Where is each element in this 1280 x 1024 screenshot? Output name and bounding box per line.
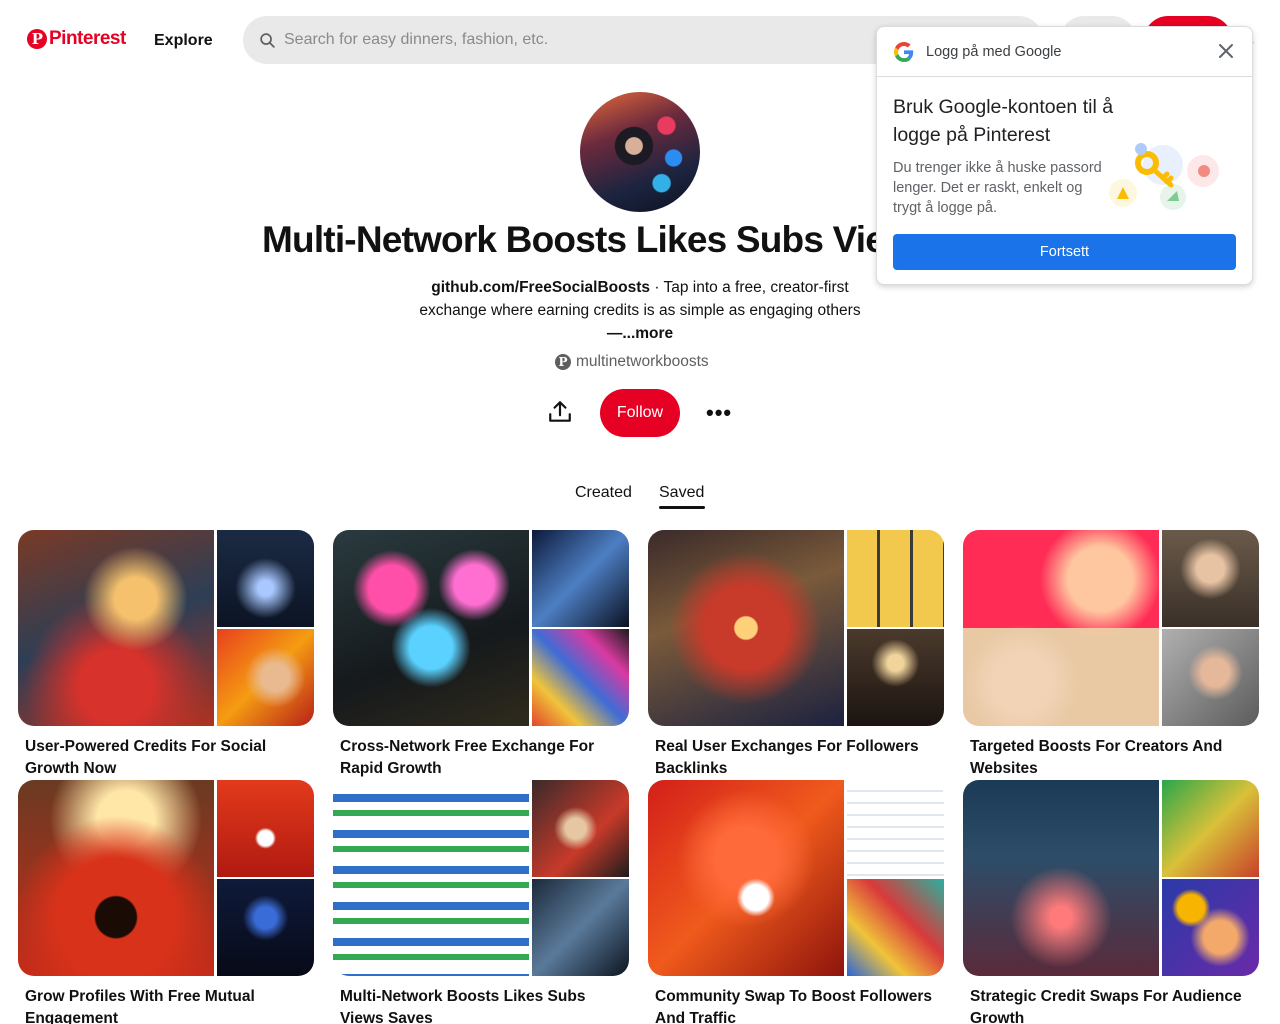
follow-button[interactable]: Follow [600, 389, 680, 437]
bio-more-link[interactable]: —...more [607, 325, 673, 342]
board-title: Cross-Network Free Exchange For Rapid Gr… [340, 738, 595, 777]
board-cover-image [963, 530, 1159, 726]
board-collage[interactable] [333, 530, 629, 726]
board-card[interactable]: Community Swap To Boost Followers And Tr… [648, 780, 944, 1024]
share-button[interactable] [546, 398, 574, 426]
google-popup-header: Logg på med Google [877, 27, 1252, 77]
pinterest-small-icon: P [555, 354, 571, 370]
board-card[interactable]: Targeted Boosts For Creators And Website… [963, 530, 1259, 780]
board-thumbnail [847, 780, 944, 877]
profile-name: Multi-Network Boosts Likes Subs Views Sa… [262, 219, 882, 260]
active-tab-indicator [659, 506, 705, 509]
board-collage[interactable] [963, 780, 1259, 976]
pinterest-logo[interactable]: P Pinterest [27, 28, 126, 50]
continue-button[interactable]: Fortsett [893, 234, 1236, 270]
board-cover-image [333, 780, 529, 976]
board-title: Strategic Credit Swaps For Audience Grow… [970, 988, 1242, 1024]
share-icon [549, 401, 571, 422]
tab-saved[interactable]: Saved [659, 484, 704, 502]
board-title: Community Swap To Boost Followers And Tr… [655, 988, 933, 1024]
board-thumbnail [1162, 879, 1259, 976]
board-cover-image [18, 780, 214, 976]
board-collage[interactable] [18, 530, 314, 726]
board-cover-image [648, 780, 844, 976]
board-collage[interactable] [333, 780, 629, 976]
board-title: Real User Exchanges For Followers Backli… [655, 738, 919, 777]
board-card[interactable]: Multi-Network Boosts Likes Subs Views Sa… [333, 780, 629, 1024]
board-thumbnail [1162, 530, 1259, 627]
google-g-icon [894, 41, 914, 62]
board-collage[interactable] [648, 530, 944, 726]
board-thumbnail [217, 530, 314, 627]
board-collage[interactable] [648, 780, 944, 976]
board-collage[interactable] [18, 780, 314, 976]
pinterest-logo-icon: P [27, 29, 47, 49]
board-title: Grow Profiles With Free Mutual Engagemen… [25, 988, 255, 1024]
pinterest-logo-text: Pinterest [49, 28, 126, 49]
board-title: User-Powered Credits For Social Growth N… [25, 738, 267, 777]
board-thumbnail [1162, 780, 1259, 877]
more-options-icon[interactable]: ••• [706, 400, 732, 426]
board-thumbnail [217, 780, 314, 877]
board-title: Targeted Boosts For Creators And Website… [970, 738, 1223, 777]
search-input[interactable] [284, 31, 844, 49]
profile-bio: github.com/FreeSocialBoosts · Tap into a… [400, 276, 880, 345]
tab-created[interactable]: Created [575, 484, 632, 502]
board-cover-image [18, 530, 214, 726]
board-thumbnail [532, 530, 629, 627]
bio-link[interactable]: github.com/FreeSocialBoosts [431, 279, 650, 296]
board-card[interactable]: Cross-Network Free Exchange For Rapid Gr… [333, 530, 629, 780]
board-thumbnail [217, 629, 314, 726]
close-icon[interactable] [1214, 39, 1238, 63]
board-collage[interactable] [963, 530, 1259, 726]
google-signin-popup: Logg på med Google Bruk Google-kontoen t… [876, 26, 1253, 285]
google-popup-header-text: Logg på med Google [926, 43, 1062, 60]
board-thumbnail [217, 879, 314, 976]
board-cover-image [963, 780, 1159, 976]
explore-link[interactable]: Explore [154, 32, 213, 50]
board-card[interactable]: Grow Profiles With Free Mutual Engagemen… [18, 780, 314, 1024]
board-thumbnail [532, 780, 629, 877]
board-thumbnail [847, 530, 944, 627]
profile-handle: P multinetworkboosts [555, 353, 709, 371]
handle-text: multinetworkboosts [576, 353, 709, 370]
google-popup-description: Du trenger ikke å huske passord lenger. … [893, 160, 1102, 216]
board-card[interactable]: Strategic Credit Swaps For Audience Grow… [963, 780, 1259, 1024]
board-thumbnail [1162, 629, 1259, 726]
board-card[interactable]: User-Powered Credits For Social Growth N… [18, 530, 314, 780]
search-icon [260, 32, 275, 48]
board-thumbnail [847, 879, 944, 976]
board-thumbnail [532, 629, 629, 726]
profile-avatar [580, 92, 700, 212]
board-thumbnail [847, 629, 944, 726]
board-thumbnail [532, 879, 629, 976]
board-cover-image [333, 530, 529, 726]
board-card[interactable]: Real User Exchanges For Followers Backli… [648, 530, 944, 780]
board-title: Multi-Network Boosts Likes Subs Views Sa… [340, 988, 586, 1024]
key-illustration-icon [1109, 143, 1219, 210]
board-cover-image [648, 530, 844, 726]
